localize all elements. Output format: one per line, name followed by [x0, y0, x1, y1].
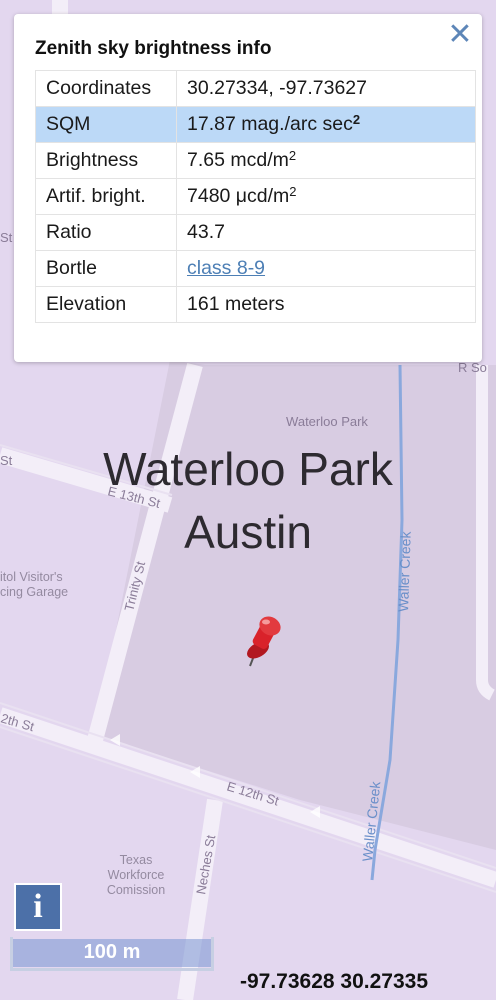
scale-bar: 100 m	[10, 937, 214, 971]
row-key: Coordinates	[35, 70, 177, 107]
artif-exponent: 2	[289, 184, 297, 199]
brightness-value: 7.65 mcd/m	[187, 149, 289, 171]
sky-brightness-panel: Zenith sky brightness info ✕ Coordinates…	[14, 14, 482, 362]
panel-title: Zenith sky brightness info	[35, 38, 272, 59]
scale-label: 100 m	[83, 941, 141, 963]
poi-texas-2: Workforce	[108, 868, 165, 882]
table-row: SQM 17.87 mag./arc sec2	[35, 106, 476, 143]
table-row: Bortle class 8-9	[35, 250, 476, 287]
row-key: Elevation	[35, 286, 177, 323]
table-row: Ratio 43.7	[35, 214, 476, 251]
coordinates-value: 30.27334, -97.73627	[176, 70, 476, 107]
elevation-value: 161 meters	[176, 286, 476, 323]
row-key: Ratio	[35, 214, 177, 251]
left-street-label-2: St	[0, 230, 13, 245]
poi-texas-3: Comission	[107, 883, 165, 897]
poi-visitor-garage-2: cing Garage	[0, 585, 68, 599]
left-street-label: St	[0, 453, 13, 468]
info-table: Coordinates 30.27334, -97.73627 SQM 17.8…	[35, 70, 476, 323]
table-row: Artif. bright. 7480 μcd/m2	[35, 178, 476, 215]
row-key: Artif. bright.	[35, 178, 177, 215]
table-row: Elevation 161 meters	[35, 286, 476, 323]
info-icon: i	[33, 888, 43, 925]
bortle-value-cell: class 8-9	[176, 250, 476, 287]
table-row: Coordinates 30.27334, -97.73627	[35, 70, 476, 107]
sqm-exponent: 2	[352, 112, 361, 127]
place-city-label: Austin	[184, 506, 312, 558]
artif-value-cell: 7480 μcd/m2	[176, 178, 476, 215]
poi-visitor-garage-1: itol Visitor's	[0, 570, 63, 584]
place-name-label: Waterloo Park	[103, 443, 394, 495]
right-street-label: R So	[458, 360, 487, 375]
coordinates-readout: -97.73628 30.27335	[240, 970, 429, 993]
waller-creek-label: Waller Creek	[395, 530, 414, 612]
brightness-exponent: 2	[288, 148, 297, 163]
sqm-value-cell: 17.87 mag./arc sec2	[176, 106, 476, 143]
ratio-value: 43.7	[176, 214, 476, 251]
artif-bright-value: 7480 μcd/m	[187, 185, 290, 207]
table-row: Brightness 7.65 mcd/m2	[35, 142, 476, 179]
sqm-value: 17.87 mag./arc sec	[187, 113, 353, 135]
brightness-value-cell: 7.65 mcd/m2	[176, 142, 476, 179]
bortle-link[interactable]: class 8-9	[187, 257, 265, 279]
close-icon[interactable]: ✕	[446, 20, 474, 50]
row-key: SQM	[35, 106, 177, 143]
row-key: Bortle	[35, 250, 177, 287]
info-button[interactable]: i	[14, 883, 62, 931]
park-label: Waterloo Park	[286, 414, 368, 429]
poi-texas-1: Texas	[120, 853, 153, 867]
row-key: Brightness	[35, 142, 177, 179]
